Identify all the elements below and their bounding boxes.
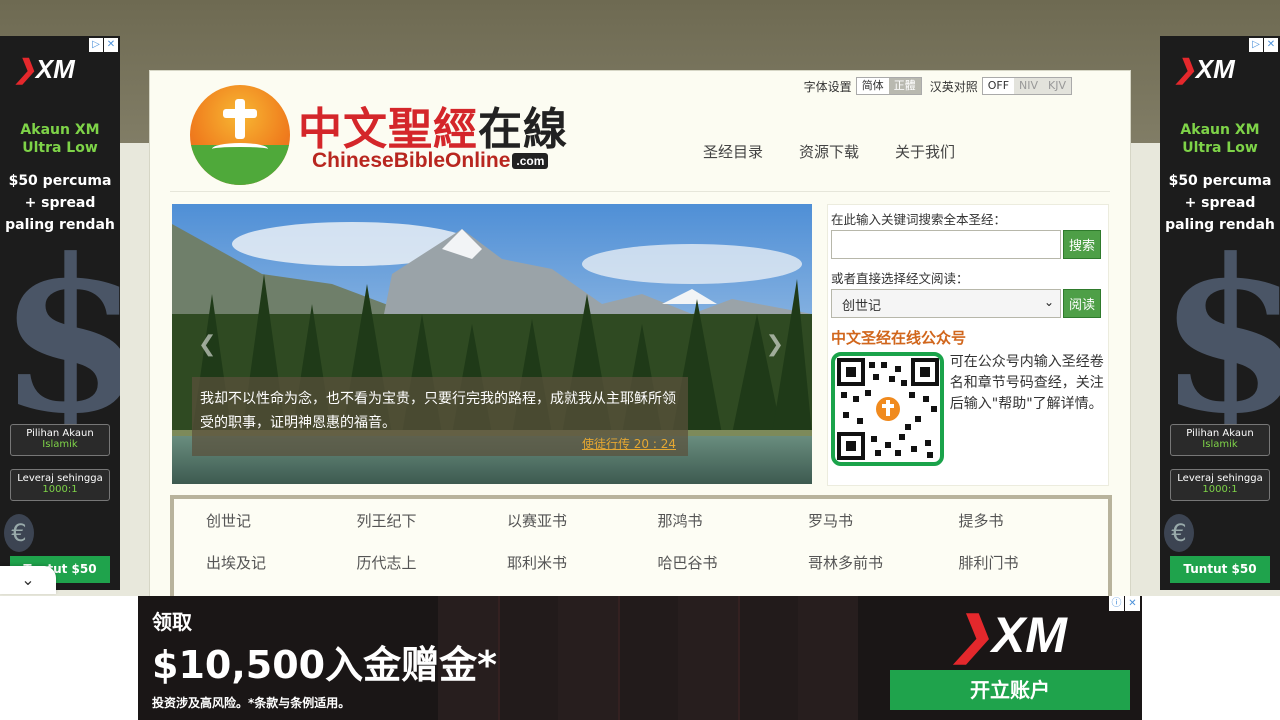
euro-icon: €	[4, 514, 34, 552]
book-select-value: 创世记	[842, 299, 882, 314]
read-label: 或者直接选择经文阅读：	[831, 271, 969, 286]
book-link[interactable]: 耶利米书	[507, 552, 658, 573]
nav-about[interactable]: 关于我们	[895, 141, 955, 162]
ad-close-icon[interactable]: ✕	[104, 38, 118, 52]
parallel-setting-label: 汉英对照	[929, 79, 978, 94]
ad-close-icon[interactable]: ✕	[1264, 38, 1278, 52]
xm-logo: ❯XM	[14, 54, 75, 84]
parallel-toggle[interactable]: OFF NIV KJV	[981, 77, 1072, 95]
carousel-prev-icon[interactable]: ❮	[198, 332, 216, 357]
read-button[interactable]: 阅读	[1063, 289, 1102, 318]
parallel-niv-option[interactable]: NIV	[1014, 78, 1044, 94]
ad-line-5: paling rendah	[5, 217, 115, 233]
simplified-option[interactable]: 简体	[856, 78, 889, 94]
book-link[interactable]: 腓利门书	[959, 552, 1110, 573]
left-side-ad[interactable]: ▷ ✕ ❯XM $ Akaun XM Ultra Low $50 percuma …	[0, 36, 120, 590]
logo-english-title: ChineseBibleOnline .com	[312, 149, 549, 173]
book-select[interactable]: 创世记 ⌄	[831, 289, 1061, 318]
carousel-next-icon[interactable]: ❯	[766, 332, 784, 357]
ad-controls[interactable]: ▷ ✕	[1249, 38, 1278, 52]
nav-downloads[interactable]: 资源下载	[799, 141, 859, 162]
ad-islamic-box: Pilihan Akaun Islamik	[1170, 424, 1270, 456]
main-page: 中文聖經在線 ChineseBibleOnline .com 字体设置 简体 正體…	[149, 70, 1131, 605]
bible-books-list: 创世记 列王纪下 以赛亚书 那鸿书 罗马书 提多书 出埃及记 历代志上 耶利米书…	[170, 495, 1112, 605]
book-link[interactable]: 哈巴谷书	[658, 552, 809, 573]
book-link[interactable]: 历代志上	[357, 552, 508, 573]
book-link[interactable]: 罗马书	[808, 510, 959, 531]
ad-leverage-box: Leveraj sehingga 1000:1	[10, 469, 110, 501]
bottom-banner-ad[interactable]: 领取 $10,500入金赠金* 投资涉及高风险。*条款与条例适用。 ❯XM 开立…	[138, 596, 1142, 720]
font-toggle[interactable]: 简体 正體	[855, 77, 922, 95]
book-link[interactable]: 出埃及记	[206, 552, 357, 573]
book-link[interactable]: 以赛亚书	[507, 510, 658, 531]
open-account-button[interactable]: 开立账户	[890, 670, 1130, 710]
book-link[interactable]: 提多书	[959, 510, 1110, 531]
wechat-description: 可在公众号内输入圣经卷名和章节号码查经，关注后输入"帮助"了解详情。	[949, 354, 1104, 412]
ad-line-1: Akaun XM	[20, 122, 100, 138]
display-settings: 字体设置 简体 正體 汉英对照 OFF NIV KJV	[804, 77, 1080, 95]
font-setting-label: 字体设置	[803, 79, 852, 94]
wechat-qr-code	[831, 352, 944, 466]
euro-icon: €	[1164, 514, 1194, 552]
wechat-title: 中文圣经在线公众号	[831, 329, 967, 347]
dollar-icon: $	[1160, 213, 1280, 460]
ad-line-4: + spread	[24, 195, 96, 211]
dollar-icon: $	[0, 213, 120, 460]
search-button[interactable]: 搜索	[1063, 230, 1102, 259]
ad-close-icon[interactable]: ✕	[1125, 596, 1140, 611]
verse-reference-link[interactable]: 使徒行传 20 : 24	[582, 435, 676, 452]
ad-info-icon[interactable]: ▷	[89, 38, 103, 52]
ad-headline-2: $10,500入金赠金*	[152, 643, 497, 687]
verse-carousel[interactable]: ❮ ❯ 我却不以性命为念，也不看为宝贵，只要行完我的路程，成就我从主耶稣所领受的…	[172, 204, 812, 484]
main-nav: 圣经目录 资源下载 关于我们	[703, 141, 955, 162]
verse-text: 我却不以性命为念，也不看为宝贵，只要行完我的路程，成就我从主耶稣所领受的职事，证…	[200, 391, 676, 431]
search-input[interactable]	[831, 230, 1061, 259]
ad-islamic-box: Pilihan Akaun Islamik	[10, 424, 110, 456]
search-panel: 在此输入关键词搜索全本圣经： 搜索 或者直接选择经文阅读： 创世记 ⌄ 阅读 中文…	[827, 204, 1109, 486]
ad-line-5: paling rendah	[1165, 217, 1275, 233]
traditional-option[interactable]: 正體	[888, 78, 921, 94]
parallel-off-option[interactable]: OFF	[982, 78, 1015, 94]
book-link[interactable]: 那鸿书	[658, 510, 809, 531]
search-label: 在此输入关键词搜索全本圣经：	[831, 212, 1007, 227]
chevron-down-icon: ⌄	[1043, 295, 1054, 309]
ad-controls[interactable]: ⓘ ✕	[1109, 596, 1140, 611]
ad-disclaimer: 投资涉及高风险。*条款与条例适用。	[152, 696, 351, 710]
chevron-down-icon[interactable]: ⌄	[0, 566, 56, 594]
book-link[interactable]: 创世记	[206, 510, 357, 531]
ad-headline-1: 领取	[152, 610, 192, 634]
ad-claim-button[interactable]: Tuntut $50	[1170, 556, 1270, 583]
nav-bible-index[interactable]: 圣经目录	[703, 141, 763, 162]
ad-info-icon[interactable]: ▷	[1249, 38, 1263, 52]
ad-controls[interactable]: ▷ ✕	[89, 38, 118, 52]
logo-chinese-title: 中文聖經在線	[298, 104, 568, 155]
ad-line-3: $50 percuma	[8, 173, 112, 189]
parallel-kjv-option[interactable]: KJV	[1043, 78, 1071, 94]
ad-line-4: + spread	[1184, 195, 1256, 211]
ad-leverage-box: Leveraj sehingga 1000:1	[1170, 469, 1270, 501]
book-link[interactable]: 哥林多前书	[808, 552, 959, 573]
ad-line-1: Akaun XM	[1180, 122, 1260, 138]
verse-caption: 我却不以性命为念，也不看为宝贵，只要行完我的路程，成就我从主耶稣所领受的职事，证…	[192, 377, 688, 456]
ad-line-2: Ultra Low	[22, 140, 98, 156]
cross-book-icon	[190, 85, 290, 185]
site-logo[interactable]: 中文聖經在線 ChineseBibleOnline .com	[190, 85, 567, 185]
ad-info-icon[interactable]: ⓘ	[1109, 596, 1124, 611]
book-link[interactable]: 列王纪下	[357, 510, 508, 531]
header-divider	[170, 191, 1110, 192]
ad-line-2: Ultra Low	[1182, 140, 1258, 156]
xm-logo: ❯XM	[950, 607, 1067, 663]
xm-logo: ❯XM	[1174, 54, 1235, 84]
ad-background	[438, 596, 858, 720]
right-side-ad[interactable]: ▷ ✕ ❯XM $ Akaun XM Ultra Low $50 percuma …	[1160, 36, 1280, 590]
ad-line-3: $50 percuma	[1168, 173, 1272, 189]
